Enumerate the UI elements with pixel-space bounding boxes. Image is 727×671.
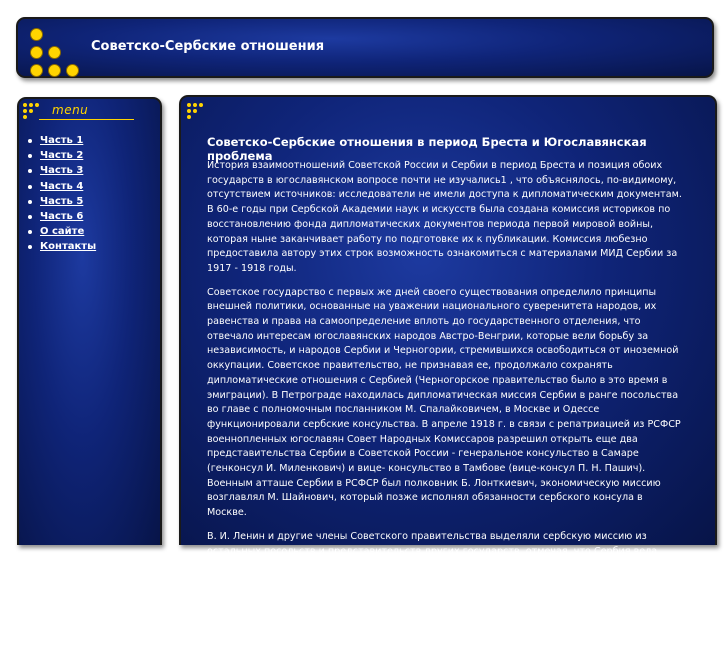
article-paragraph: Советское государство с первых же дней с… <box>207 286 681 519</box>
content-dots-icon <box>187 103 209 119</box>
sidebar-item-label[interactable]: О сайте <box>40 226 84 237</box>
menu-heading-underline <box>39 119 134 120</box>
article-paragraph: В. И. Ленин и другие члены Советского пр… <box>207 530 683 660</box>
sidebar-item-about[interactable]: О сайте <box>25 224 96 239</box>
sidebar-item-contacts[interactable]: Контакты <box>25 239 96 254</box>
menu-dots-icon <box>23 103 45 119</box>
sidebar-item-part-2[interactable]: Часть 2 <box>25 148 96 163</box>
sidebar-item-label[interactable]: Контакты <box>40 241 96 252</box>
sidebar-item-label[interactable]: Часть 1 <box>40 135 83 146</box>
sidebar-item-label[interactable]: Часть 3 <box>40 165 83 176</box>
sidebar-item-label[interactable]: Часть 4 <box>40 181 83 192</box>
yellow-dots-logo-icon <box>28 25 80 77</box>
sidebar-item-label[interactable]: Часть 5 <box>40 196 83 207</box>
article-body: История взаимоотношений Советской России… <box>207 159 685 671</box>
sidebar-menu: Часть 1 Часть 2 Часть 3 Часть 4 Часть 5 … <box>25 133 96 255</box>
sidebar-item-part-4[interactable]: Часть 4 <box>25 179 96 194</box>
sidebar-item-part-5[interactable]: Часть 5 <box>25 194 96 209</box>
menu-heading: menu <box>52 103 89 117</box>
sidebar-item-label[interactable]: Часть 6 <box>40 211 83 222</box>
sidebar-item-part-6[interactable]: Часть 6 <box>25 209 96 224</box>
sidebar-item-part-3[interactable]: Часть 3 <box>25 163 96 178</box>
sidebar-panel: menu Часть 1 Часть 2 Часть 3 Часть 4 Час… <box>17 97 162 545</box>
site-title: Советско-Сербские отношения <box>91 39 325 54</box>
sidebar-item-label[interactable]: Часть 2 <box>40 150 83 161</box>
article-paragraph: История взаимоотношений Советской России… <box>207 160 682 274</box>
header-panel: Советско-Сербские отношения <box>16 17 714 78</box>
content-panel: Советско-Сербские отношения в период Бре… <box>179 95 717 660</box>
sidebar-item-part-1[interactable]: Часть 1 <box>25 133 96 148</box>
